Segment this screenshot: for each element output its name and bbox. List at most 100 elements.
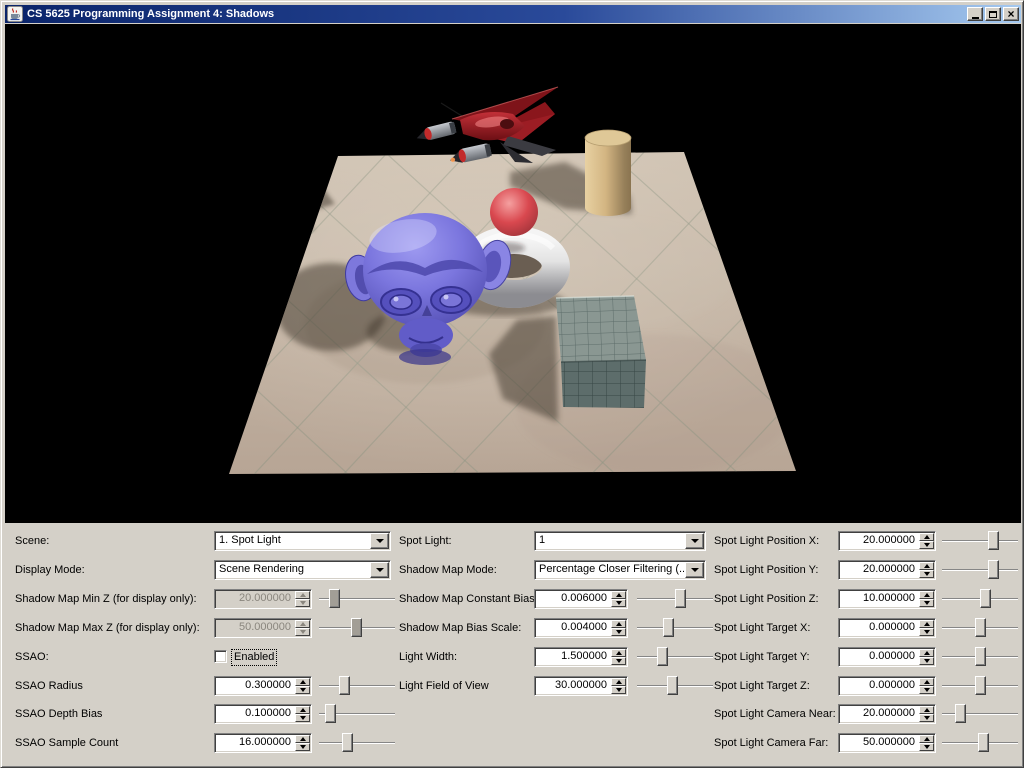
slider-thumb[interactable] [339, 676, 350, 695]
spot-light-position-z-slider[interactable] [942, 589, 1018, 609]
spin-down-icon[interactable] [919, 657, 934, 665]
spot-light-position-y-slider[interactable] [942, 560, 1018, 580]
ssao-sample-count-slider[interactable] [319, 733, 395, 753]
slider-thumb[interactable] [980, 589, 991, 608]
spot-light-position-y-label: Spot Light Position Y: [714, 560, 818, 580]
spin-down-icon[interactable] [919, 743, 934, 751]
shadow-map-constant-bias-slider[interactable] [637, 589, 713, 609]
light-field-of-view-slider[interactable] [637, 676, 713, 696]
spot-light-camera-near-slider[interactable] [942, 704, 1018, 724]
spot-light-position-y-spinner[interactable]: 20.000000 [838, 560, 936, 580]
slider-thumb[interactable] [955, 704, 966, 723]
spot-light-position-z-spinner[interactable]: 10.000000 [838, 589, 936, 609]
spot-light-camera-far-spinner[interactable]: 50.000000 [838, 733, 936, 753]
minimize-button[interactable] [967, 7, 983, 21]
spot-light-target-y-spinner[interactable]: 0.000000 [838, 647, 936, 667]
shadow-map-bias-scale-slider[interactable] [637, 618, 713, 638]
close-button[interactable]: × [1003, 7, 1019, 21]
spin-up-icon[interactable] [919, 533, 934, 541]
ssao-checkbox[interactable] [214, 650, 227, 663]
slider-thumb[interactable] [975, 647, 986, 666]
spot-light-camera-far-slider[interactable] [942, 733, 1018, 753]
light-width-slider[interactable] [637, 647, 713, 667]
spin-up-icon[interactable] [611, 591, 626, 599]
spin-down-icon[interactable] [919, 714, 934, 722]
slider-thumb[interactable] [675, 589, 686, 608]
spot-light-target-y-slider[interactable] [942, 647, 1018, 667]
chevron-down-icon[interactable] [685, 533, 704, 549]
scene-combo[interactable]: 1. Spot Light [214, 531, 391, 551]
spin-up-icon[interactable] [919, 562, 934, 570]
display-mode-combo[interactable]: Scene Rendering [214, 560, 391, 580]
spot-light-position-z-label: Spot Light Position Z: [714, 589, 819, 609]
titlebar[interactable]: CS 5625 Programming Assignment 4: Shadow… [5, 5, 1021, 23]
spot-light-target-x-slider[interactable] [942, 618, 1018, 638]
spot-light-target-x-spinner[interactable]: 0.000000 [838, 618, 936, 638]
spin-up-icon[interactable] [919, 735, 934, 743]
spot-light-combo[interactable]: 1 [534, 531, 706, 551]
slider-thumb[interactable] [988, 560, 999, 579]
spin-down-icon[interactable] [611, 686, 626, 694]
spin-down-icon[interactable] [295, 743, 310, 751]
spin-down-icon[interactable] [611, 657, 626, 665]
spin-up-icon[interactable] [295, 706, 310, 714]
spin-down-icon[interactable] [611, 599, 626, 607]
viewport[interactable] [5, 24, 1021, 523]
spot-light-camera-near-spinner[interactable]: 20.000000 [838, 704, 936, 724]
ssao-depth-bias-slider[interactable] [319, 704, 395, 724]
spin-down-icon[interactable] [919, 628, 934, 636]
spin-up-icon[interactable] [295, 678, 310, 686]
light-width-spinner[interactable]: 1.500000 [534, 647, 628, 667]
spin-down-icon[interactable] [919, 541, 934, 549]
shadow-map-constant-bias-spinner[interactable]: 0.006000 [534, 589, 628, 609]
spin-up-icon[interactable] [295, 735, 310, 743]
control-panel: Scene: 1. Spot Light Display Mode: Scene… [5, 523, 1021, 765]
shadow-map-mode-label: Shadow Map Mode: [399, 560, 497, 580]
slider-thumb[interactable] [978, 733, 989, 752]
spin-up-icon[interactable] [611, 620, 626, 628]
window-title: CS 5625 Programming Assignment 4: Shadow… [27, 8, 274, 20]
spin-down-icon[interactable] [919, 599, 934, 607]
spin-down-icon[interactable] [919, 686, 934, 694]
display-mode-combo-value: Scene Rendering [215, 561, 369, 579]
spin-down-icon[interactable] [611, 628, 626, 636]
ssao-radius-slider[interactable] [319, 676, 395, 696]
spin-down-icon[interactable] [919, 570, 934, 578]
slider-thumb[interactable] [657, 647, 668, 666]
spin-up-icon[interactable] [919, 678, 934, 686]
shadow-map-bias-scale-spinner[interactable]: 0.004000 [534, 618, 628, 638]
spot-light-camera-far-label: Spot Light Camera Far: [714, 733, 828, 753]
chevron-down-icon[interactable] [370, 533, 389, 549]
spin-down-icon[interactable] [295, 714, 310, 722]
slider-thumb[interactable] [663, 618, 674, 637]
spin-up-icon[interactable] [919, 591, 934, 599]
spin-up-icon[interactable] [919, 706, 934, 714]
slider-thumb[interactable] [325, 704, 336, 723]
ssao-radius-spinner[interactable]: 0.300000 [214, 676, 312, 696]
ssao-depth-bias-spinner[interactable]: 0.100000 [214, 704, 312, 724]
spot-light-target-z-slider[interactable] [942, 676, 1018, 696]
slider-thumb[interactable] [975, 618, 986, 637]
shadow-map-mode-combo[interactable]: Percentage Closer Filtering (... [534, 560, 706, 580]
slider-thumb[interactable] [975, 676, 986, 695]
spin-up-icon[interactable] [919, 620, 934, 628]
spin-up-icon[interactable] [611, 649, 626, 657]
ssao-sample-count-spinner[interactable]: 16.000000 [214, 733, 312, 753]
chevron-down-icon[interactable] [370, 562, 389, 578]
spin-up-icon[interactable] [611, 678, 626, 686]
spot-light-position-x-spinner[interactable]: 20.000000 [838, 531, 936, 551]
spot-light-position-x-slider[interactable] [942, 531, 1018, 551]
slider-thumb[interactable] [667, 676, 678, 695]
light-field-of-view-spinner[interactable]: 30.000000 [534, 676, 628, 696]
slider-thumb[interactable] [988, 531, 999, 550]
chevron-down-icon[interactable] [685, 562, 704, 578]
ssao-checkbox-label[interactable]: Enabled [231, 649, 277, 666]
spot-light-position-y-value: 20.000000 [839, 561, 918, 579]
shadow-map-bias-scale-value: 0.004000 [535, 619, 610, 637]
light-field-of-view-label: Light Field of View [399, 676, 489, 696]
spin-down-icon[interactable] [295, 686, 310, 694]
spot-light-target-z-spinner[interactable]: 0.000000 [838, 676, 936, 696]
maximize-button[interactable] [985, 7, 1001, 21]
slider-thumb[interactable] [342, 733, 353, 752]
spin-up-icon[interactable] [919, 649, 934, 657]
